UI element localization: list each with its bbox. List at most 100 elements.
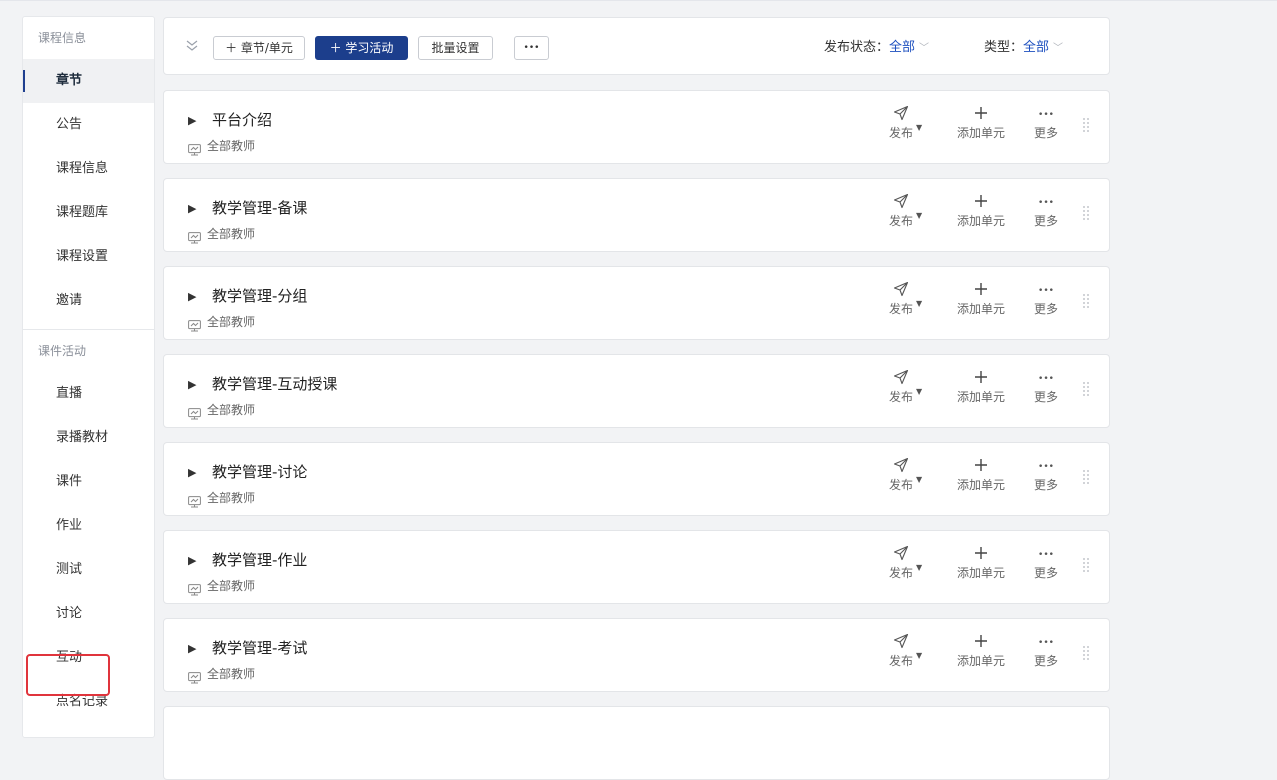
plus-icon [953, 193, 1009, 213]
drag-handle-icon[interactable] [1083, 382, 1089, 396]
batch-settings-button[interactable]: 批量设置 [418, 36, 493, 60]
collapse-all-icon[interactable] [184, 38, 200, 54]
chapter-audience: 全部教师 [207, 491, 256, 505]
caret-down-icon[interactable]: ▼ [916, 651, 922, 660]
send-icon [879, 281, 923, 301]
chapter-card: ▶ 教学管理-分组 全部教师 发布 ▼ 添加单元 ••• 更多 [163, 266, 1110, 340]
more-dots-icon: ••• [1038, 638, 1054, 648]
chapter-title[interactable]: 教学管理-讨论 [212, 461, 307, 482]
teacher-group-icon [188, 317, 201, 332]
sidebar-item-announcements[interactable]: 公告 [23, 103, 154, 147]
more-button[interactable]: ••• 更多 [1024, 545, 1068, 581]
more-button[interactable]: ••• 更多 [1024, 633, 1068, 669]
add-unit-button[interactable]: 添加单元 [953, 545, 1009, 581]
add-unit-button[interactable]: 添加单元 [953, 369, 1009, 405]
add-unit-button[interactable]: 添加单元 [953, 633, 1009, 669]
type-filter-value: 全部 [1023, 40, 1050, 55]
drag-handle-icon[interactable] [1083, 294, 1089, 308]
add-unit-label: 添加单元 [956, 390, 1005, 404]
chapter-audience: 全部教师 [207, 315, 256, 329]
chapter-title[interactable]: 教学管理-分组 [212, 285, 307, 306]
sidebar-item-homework[interactable]: 作业 [23, 504, 154, 548]
more-label: 更多 [1033, 126, 1058, 140]
type-filter-label: 类型： [984, 40, 1024, 55]
sidebar-item-discussion[interactable]: 讨论 [23, 592, 154, 636]
add-unit-label: 添加单元 [956, 566, 1005, 580]
plus-icon [953, 105, 1009, 125]
expand-arrow-icon[interactable]: ▶ [188, 202, 196, 215]
more-dots-icon: ••• [1038, 110, 1054, 120]
plus-icon [953, 369, 1009, 389]
chapter-title[interactable]: 教学管理-考试 [212, 637, 307, 658]
sidebar-item-live[interactable]: 直播 [23, 372, 154, 416]
add-unit-label: 添加单元 [956, 302, 1005, 316]
drag-handle-icon[interactable] [1083, 118, 1089, 132]
plus-icon [953, 457, 1009, 477]
more-label: 更多 [1033, 302, 1058, 316]
expand-arrow-icon[interactable]: ▶ [188, 378, 196, 391]
expand-arrow-icon[interactable]: ▶ [188, 554, 196, 567]
more-button[interactable]: ••• 更多 [1024, 457, 1068, 493]
drag-handle-icon[interactable] [1083, 206, 1089, 220]
chapter-card: ▶ 教学管理-考试 全部教师 发布 ▼ 添加单元 ••• 更多 [163, 618, 1110, 692]
sidebar-item-chapters[interactable]: 章节 [23, 59, 154, 103]
drag-handle-icon[interactable] [1083, 558, 1089, 572]
chapter-title[interactable]: 教学管理-作业 [212, 549, 307, 570]
caret-down-icon[interactable]: ▼ [916, 475, 922, 484]
type-filter[interactable]: 类型：全部 ﹀ [984, 38, 1063, 59]
chapter-title[interactable]: 平台介绍 [212, 109, 272, 130]
caret-down-icon[interactable]: ▼ [916, 123, 922, 132]
expand-arrow-icon[interactable]: ▶ [188, 642, 196, 655]
more-label: 更多 [1033, 390, 1058, 404]
send-icon [879, 369, 923, 389]
more-dots-icon: ••• [1038, 462, 1054, 472]
caret-down-icon[interactable]: ▼ [916, 387, 922, 396]
chapter-card: ▶ 教学管理-互动授课 全部教师 发布 ▼ 添加单元 ••• 更多 [163, 354, 1110, 428]
more-button[interactable]: ••• 更多 [1024, 281, 1068, 317]
sidebar-item-course-settings[interactable]: 课程设置 [23, 235, 154, 279]
sidebar-item-course-info[interactable]: 课程信息 [23, 147, 154, 191]
chapter-audience: 全部教师 [207, 403, 256, 417]
expand-arrow-icon[interactable]: ▶ [188, 466, 196, 479]
drag-handle-icon[interactable] [1083, 470, 1089, 484]
caret-down-icon[interactable]: ▼ [916, 563, 922, 572]
chapter-card: ▶ 平台介绍 全部教师 发布 ▼ 添加单元 ••• 更多 [163, 90, 1110, 164]
chapter-card: ▶ 教学管理-讨论 全部教师 发布 ▼ 添加单元 ••• 更多 [163, 442, 1110, 516]
plus-icon [953, 633, 1009, 653]
sidebar-item-courseware[interactable]: 课件 [23, 460, 154, 504]
chevron-down-icon: ﹀ [919, 43, 930, 54]
send-icon [879, 545, 923, 565]
sidebar: 课程信息 章节 公告 课程信息 课程题库 课程设置 邀请 课件活动 直播 录播教… [22, 16, 155, 738]
add-unit-button[interactable]: 添加单元 [953, 105, 1009, 141]
add-unit-button[interactable]: 添加单元 [953, 457, 1009, 493]
more-button[interactable]: ••• 更多 [1024, 105, 1068, 141]
more-button[interactable]: ••• 更多 [1024, 369, 1068, 405]
sidebar-item-test[interactable]: 测试 [23, 548, 154, 592]
more-dots-icon: ••• [1038, 286, 1054, 296]
sidebar-item-recorded[interactable]: 录播教材 [23, 416, 154, 460]
sidebar-item-question-bank[interactable]: 课程题库 [23, 191, 154, 235]
add-unit-button[interactable]: 添加单元 [953, 193, 1009, 229]
drag-handle-icon[interactable] [1083, 646, 1089, 660]
add-chapter-button[interactable]: ＋ 章节/单元 [213, 36, 305, 60]
chapter-card-partial [163, 706, 1110, 780]
expand-arrow-icon[interactable]: ▶ [188, 290, 196, 303]
top-divider [0, 0, 1277, 1]
chapter-title[interactable]: 教学管理-备课 [212, 197, 307, 218]
caret-down-icon[interactable]: ▼ [916, 299, 922, 308]
sidebar-item-invite[interactable]: 邀请 [23, 279, 154, 323]
more-button[interactable]: ••• 更多 [1024, 193, 1068, 229]
chapter-audience: 全部教师 [207, 579, 256, 593]
toolbar-more-button[interactable]: ••• [514, 36, 549, 60]
status-filter[interactable]: 发布状态：全部 ﹀ [824, 38, 929, 59]
expand-arrow-icon[interactable]: ▶ [188, 114, 196, 127]
add-activity-button[interactable]: ＋ 学习活动 [315, 36, 408, 60]
chapter-title[interactable]: 教学管理-互动授课 [212, 373, 337, 394]
toolbar: ＋ 章节/单元 ＋ 学习活动 批量设置 ••• 发布状态：全部 ﹀ 类型：全部 ﹀ [163, 17, 1110, 75]
status-filter-label: 发布状态： [824, 40, 890, 55]
more-label: 更多 [1033, 654, 1058, 668]
more-dots-icon: ••• [1038, 550, 1054, 560]
chapter-audience: 全部教师 [207, 667, 256, 681]
add-unit-button[interactable]: 添加单元 [953, 281, 1009, 317]
caret-down-icon[interactable]: ▼ [916, 211, 922, 220]
